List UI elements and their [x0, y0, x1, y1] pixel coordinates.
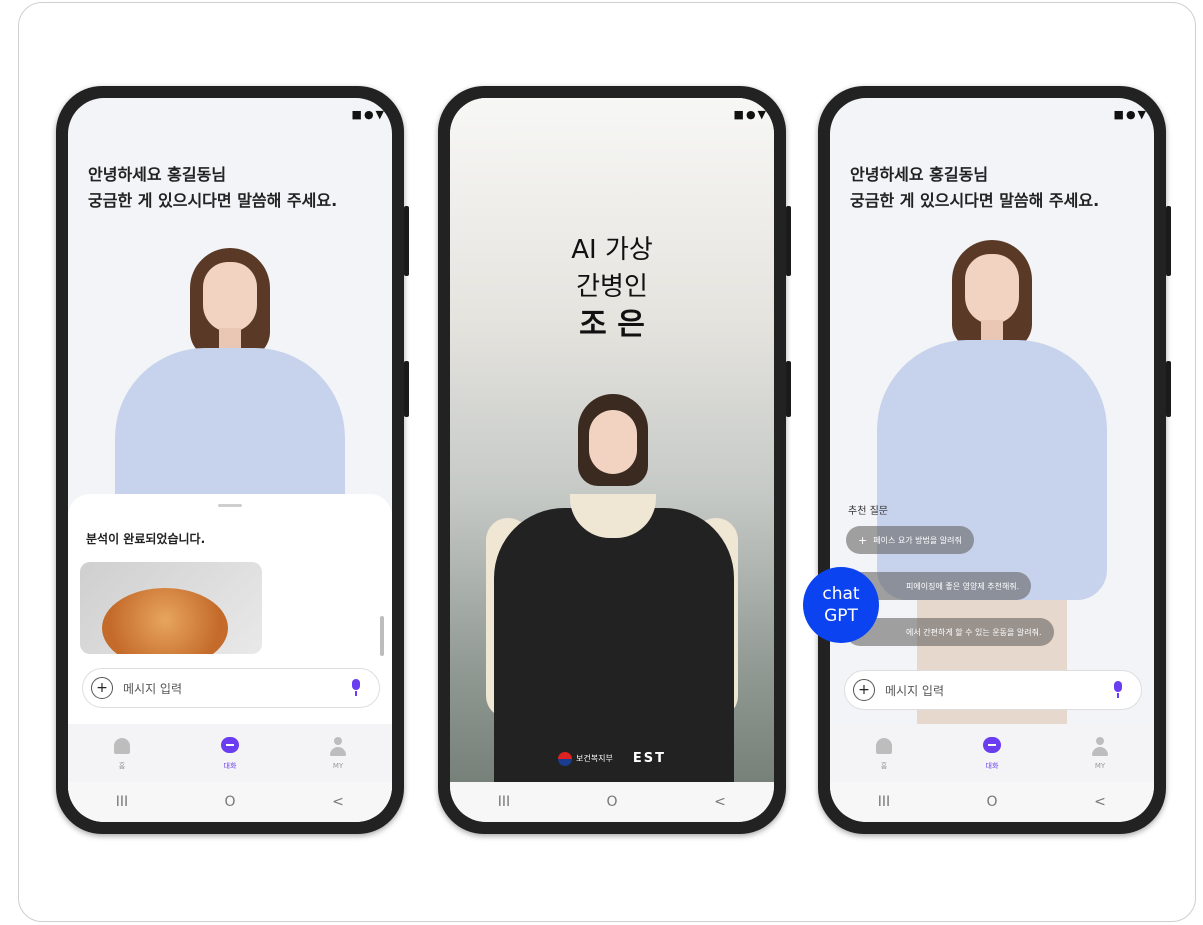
phone-middle: ■●▼ AI 가상 간병인 조 은 보건복지부 EST III O <	[438, 86, 791, 834]
user-icon	[327, 736, 349, 758]
chatgpt-badge: chat GPT	[803, 567, 879, 643]
tab-my[interactable]: MY	[308, 736, 368, 770]
recents-button[interactable]: III	[484, 794, 524, 810]
back-button[interactable]: <	[1080, 794, 1120, 810]
sheet-title: 분석이 완료되었습니다.	[86, 532, 206, 546]
home-icon	[111, 735, 133, 757]
tab-label: MY	[332, 762, 344, 770]
tab-my[interactable]: MY	[1070, 736, 1130, 770]
recents-button[interactable]: III	[864, 794, 904, 810]
avatar-face	[203, 262, 257, 332]
tab-label: 대화	[223, 762, 237, 770]
tab-label: MY	[1094, 762, 1106, 770]
chatgpt-badge-line-1: chat	[822, 584, 860, 604]
status-icons: ■●▼	[1113, 108, 1148, 121]
user-icon	[1089, 736, 1111, 758]
gov-logo: 보건복지부	[558, 751, 613, 766]
greeting-line-2: 궁금한 게 있으시다면 말씀해 주세요.	[850, 191, 1100, 210]
home-button[interactable]: O	[592, 794, 632, 810]
splash-title: AI 가상 간병인 조 은	[450, 232, 774, 343]
status-icons: ■●▼	[733, 108, 768, 121]
suggestion-chip[interactable]: + 페이스 요가 방법을 알려줘	[846, 526, 974, 554]
suggestion-chip-label: 피에이징에 좋은 영양제 추천해줘.	[906, 581, 1020, 591]
sheet-handle[interactable]	[218, 504, 242, 507]
message-input-bar[interactable]: + 메시지 입력	[844, 670, 1142, 710]
greeting: 안녕하세요 홍길동님 궁금한 게 있으시다면 말씀해 주세요.	[850, 162, 1140, 214]
screen-left: ■●▼ 안녕하세요 홍길동님 궁금한 게 있으시다면 말씀해 주세요. 분석이 …	[68, 98, 392, 822]
plus-button[interactable]: +	[853, 679, 875, 701]
chatgpt-badge-line-2: GPT	[824, 606, 858, 626]
home-button[interactable]: O	[210, 794, 250, 810]
phone-left: ■●▼ 안녕하세요 홍길동님 궁금한 게 있으시다면 말씀해 주세요. 분석이 …	[56, 86, 409, 834]
message-input[interactable]: 메시지 입력	[885, 682, 1113, 699]
tab-bar: 홈 대화 MY	[68, 724, 392, 782]
message-input-bar[interactable]: + 메시지 입력	[82, 668, 380, 708]
avatar-blouse	[877, 340, 1107, 600]
suggestion-chip[interactable]: 에서 간편하게 할 수 있는 운동을 알려줘.	[846, 618, 1054, 646]
gov-logo-text: 보건복지부	[576, 754, 613, 763]
sponsor-logos: 보건복지부 EST	[450, 751, 774, 766]
screen-middle: ■●▼ AI 가상 간병인 조 은 보건복지부 EST III O <	[450, 98, 774, 822]
message-input[interactable]: 메시지 입력	[123, 680, 351, 697]
tab-chat[interactable]: 대화	[962, 735, 1022, 771]
system-navbar: III O <	[830, 782, 1154, 822]
screen-right: ■●▼ 안녕하세요 홍길동님 궁금한 게 있으시다면 말씀해 주세요. 추천 질…	[830, 98, 1154, 822]
plus-button[interactable]: +	[91, 677, 113, 699]
splash-title-line-2: 간병인	[576, 272, 648, 302]
avatar-face	[965, 254, 1019, 324]
home-icon	[873, 735, 895, 757]
tab-label: 대화	[985, 762, 999, 770]
home-button[interactable]: O	[972, 794, 1012, 810]
suggested-questions-title: 추천 질문	[848, 506, 888, 517]
system-navbar: III O <	[68, 782, 392, 822]
tab-label: 홈	[118, 762, 126, 770]
greeting: 안녕하세요 홍길동님 궁금한 게 있으시다면 말씀해 주세요.	[88, 162, 378, 214]
splash-title-line-1: AI 가상	[571, 235, 653, 265]
greeting-line-1: 안녕하세요 홍길동님	[850, 165, 989, 184]
tab-label: 홈	[880, 762, 888, 770]
tab-chat[interactable]: 대화	[200, 735, 260, 771]
status-icons: ■●▼	[351, 108, 386, 121]
suggestion-chip-label: 페이스 요가 방법을 알려줘	[873, 535, 962, 545]
avatar	[110, 248, 350, 608]
tab-home[interactable]: 홈	[92, 735, 152, 771]
greeting-line-2: 궁금한 게 있으시다면 말씀해 주세요.	[88, 191, 338, 210]
phone-right: ■●▼ 안녕하세요 홍길동님 궁금한 게 있으시다면 말씀해 주세요. 추천 질…	[818, 86, 1171, 834]
est-logo: EST	[632, 751, 666, 766]
system-navbar: III O <	[450, 782, 774, 822]
pasta-image	[102, 588, 228, 654]
tab-home[interactable]: 홈	[854, 735, 914, 771]
back-button[interactable]: <	[700, 794, 740, 810]
recents-button[interactable]: III	[102, 794, 142, 810]
mic-icon[interactable]	[1113, 681, 1123, 699]
back-button[interactable]: <	[318, 794, 358, 810]
gov-emblem-icon	[558, 751, 573, 766]
plus-icon: +	[858, 533, 868, 547]
tab-bar: 홈 대화 MY	[830, 724, 1154, 782]
mic-icon[interactable]	[351, 679, 361, 697]
chat-icon	[981, 735, 1003, 757]
greeting-line-1: 안녕하세요 홍길동님	[88, 165, 227, 184]
figure-face	[589, 410, 637, 474]
suggestion-chip-label: 에서 간편하게 할 수 있는 운동을 알려줘.	[906, 627, 1042, 637]
splash-title-line-3: 조 은	[579, 307, 645, 342]
food-image[interactable]	[80, 562, 262, 654]
scrollbar[interactable]	[380, 616, 384, 656]
chat-icon	[219, 735, 241, 757]
